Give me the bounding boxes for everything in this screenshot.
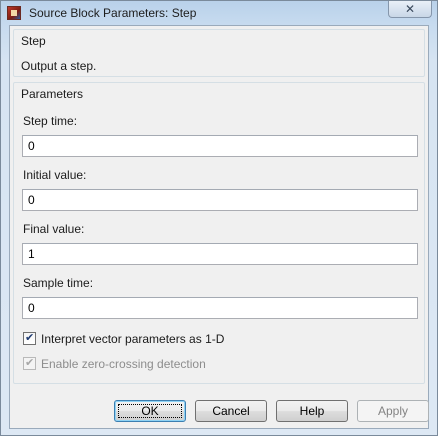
zero-crossing-label: Enable zero-crossing detection: [41, 357, 206, 371]
cancel-button[interactable]: Cancel: [195, 400, 267, 422]
close-icon: ✕: [404, 2, 416, 16]
window-title: Source Block Parameters: Step: [29, 6, 197, 20]
interpret-vector-label: Interpret vector parameters as 1-D: [41, 332, 225, 346]
checkmark-icon: ✔: [25, 331, 35, 344]
help-button[interactable]: Help: [276, 400, 348, 422]
block-description: Output a step.: [21, 59, 97, 73]
title-bar[interactable]: Source Block Parameters: Step ✕: [1, 1, 437, 25]
ok-button-label: OK: [141, 404, 159, 418]
parameters-group: Parameters Step time: Initial value: Fin…: [13, 82, 425, 384]
apply-button[interactable]: Apply: [357, 400, 429, 422]
step-group: Step Output a step.: [13, 29, 425, 77]
final-value-field[interactable]: [22, 243, 418, 265]
final-value-label: Final value:: [23, 222, 85, 236]
simulink-block-icon: [7, 6, 21, 20]
ok-button[interactable]: OK: [114, 400, 186, 422]
parameters-group-title: Parameters: [21, 87, 84, 101]
sample-time-field[interactable]: [22, 297, 418, 319]
initial-value-label: Initial value:: [23, 168, 87, 182]
sample-time-label: Sample time:: [23, 276, 94, 290]
step-time-label: Step time:: [23, 114, 78, 128]
interpret-vector-checkbox[interactable]: ✔: [23, 331, 36, 345]
step-time-field[interactable]: [22, 135, 418, 157]
zero-crossing-checkbox: ✔: [23, 356, 36, 370]
close-button[interactable]: ✕: [388, 1, 432, 18]
dialog-window: Source Block Parameters: Step ✕ Step Out…: [0, 0, 438, 436]
checkmark-icon: ✔: [25, 356, 35, 369]
dialog-content: Step Output a step. Parameters Step time…: [9, 25, 429, 429]
initial-value-field[interactable]: [22, 189, 418, 211]
step-group-title: Step: [21, 34, 46, 48]
